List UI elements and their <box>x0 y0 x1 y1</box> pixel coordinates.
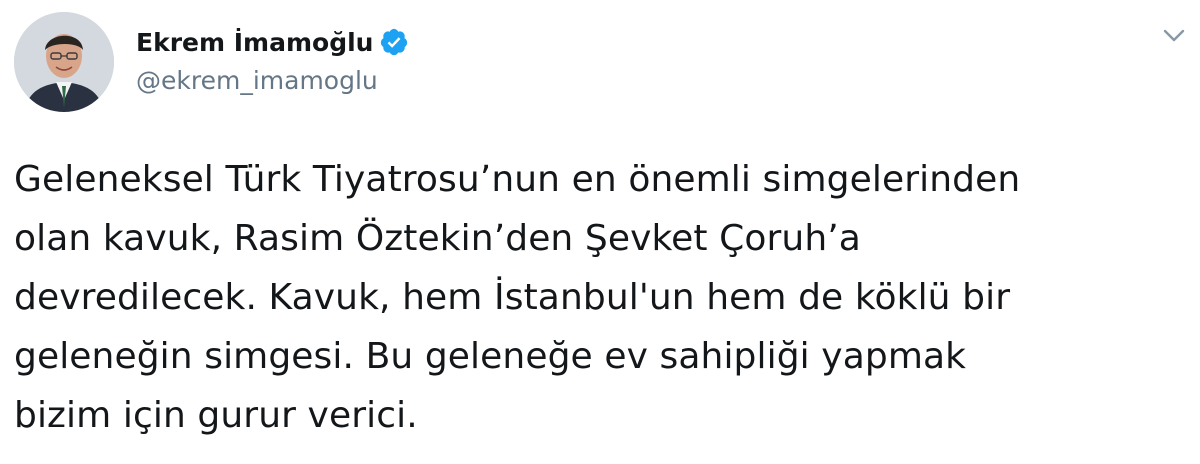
verified-badge-icon <box>379 27 409 57</box>
author-handle[interactable]: @ekrem_imamoglu <box>136 66 378 95</box>
tweet-text: Geleneksel Türk Tiyatrosu’nun en önemli … <box>14 150 1184 445</box>
profile-photo-icon <box>14 12 114 112</box>
tweet-text-line: devredilecek. Kavuk, hem İstanbul'un hem… <box>14 277 1011 318</box>
chevron-down-icon[interactable] <box>1162 26 1186 46</box>
author-display-name[interactable]: Ekrem İmamoğlu <box>136 28 373 57</box>
tweet-text-line: geleneğin simgesi. Bu geleneğe ev sahipl… <box>14 336 967 377</box>
avatar[interactable] <box>14 12 114 112</box>
tweet-text-line: bizim için gurur verici. <box>14 395 418 436</box>
tweet-text-line: olan kavuk, Rasim Öztekin’den Şevket Çor… <box>14 218 861 259</box>
tweet-card: Ekrem İmamoğlu @ekrem_imamoglu Gelenekse… <box>0 0 1200 464</box>
tweet-text-line: Geleneksel Türk Tiyatrosu’nun en önemli … <box>14 159 1021 200</box>
author-name-row: Ekrem İmamoğlu <box>136 24 409 60</box>
